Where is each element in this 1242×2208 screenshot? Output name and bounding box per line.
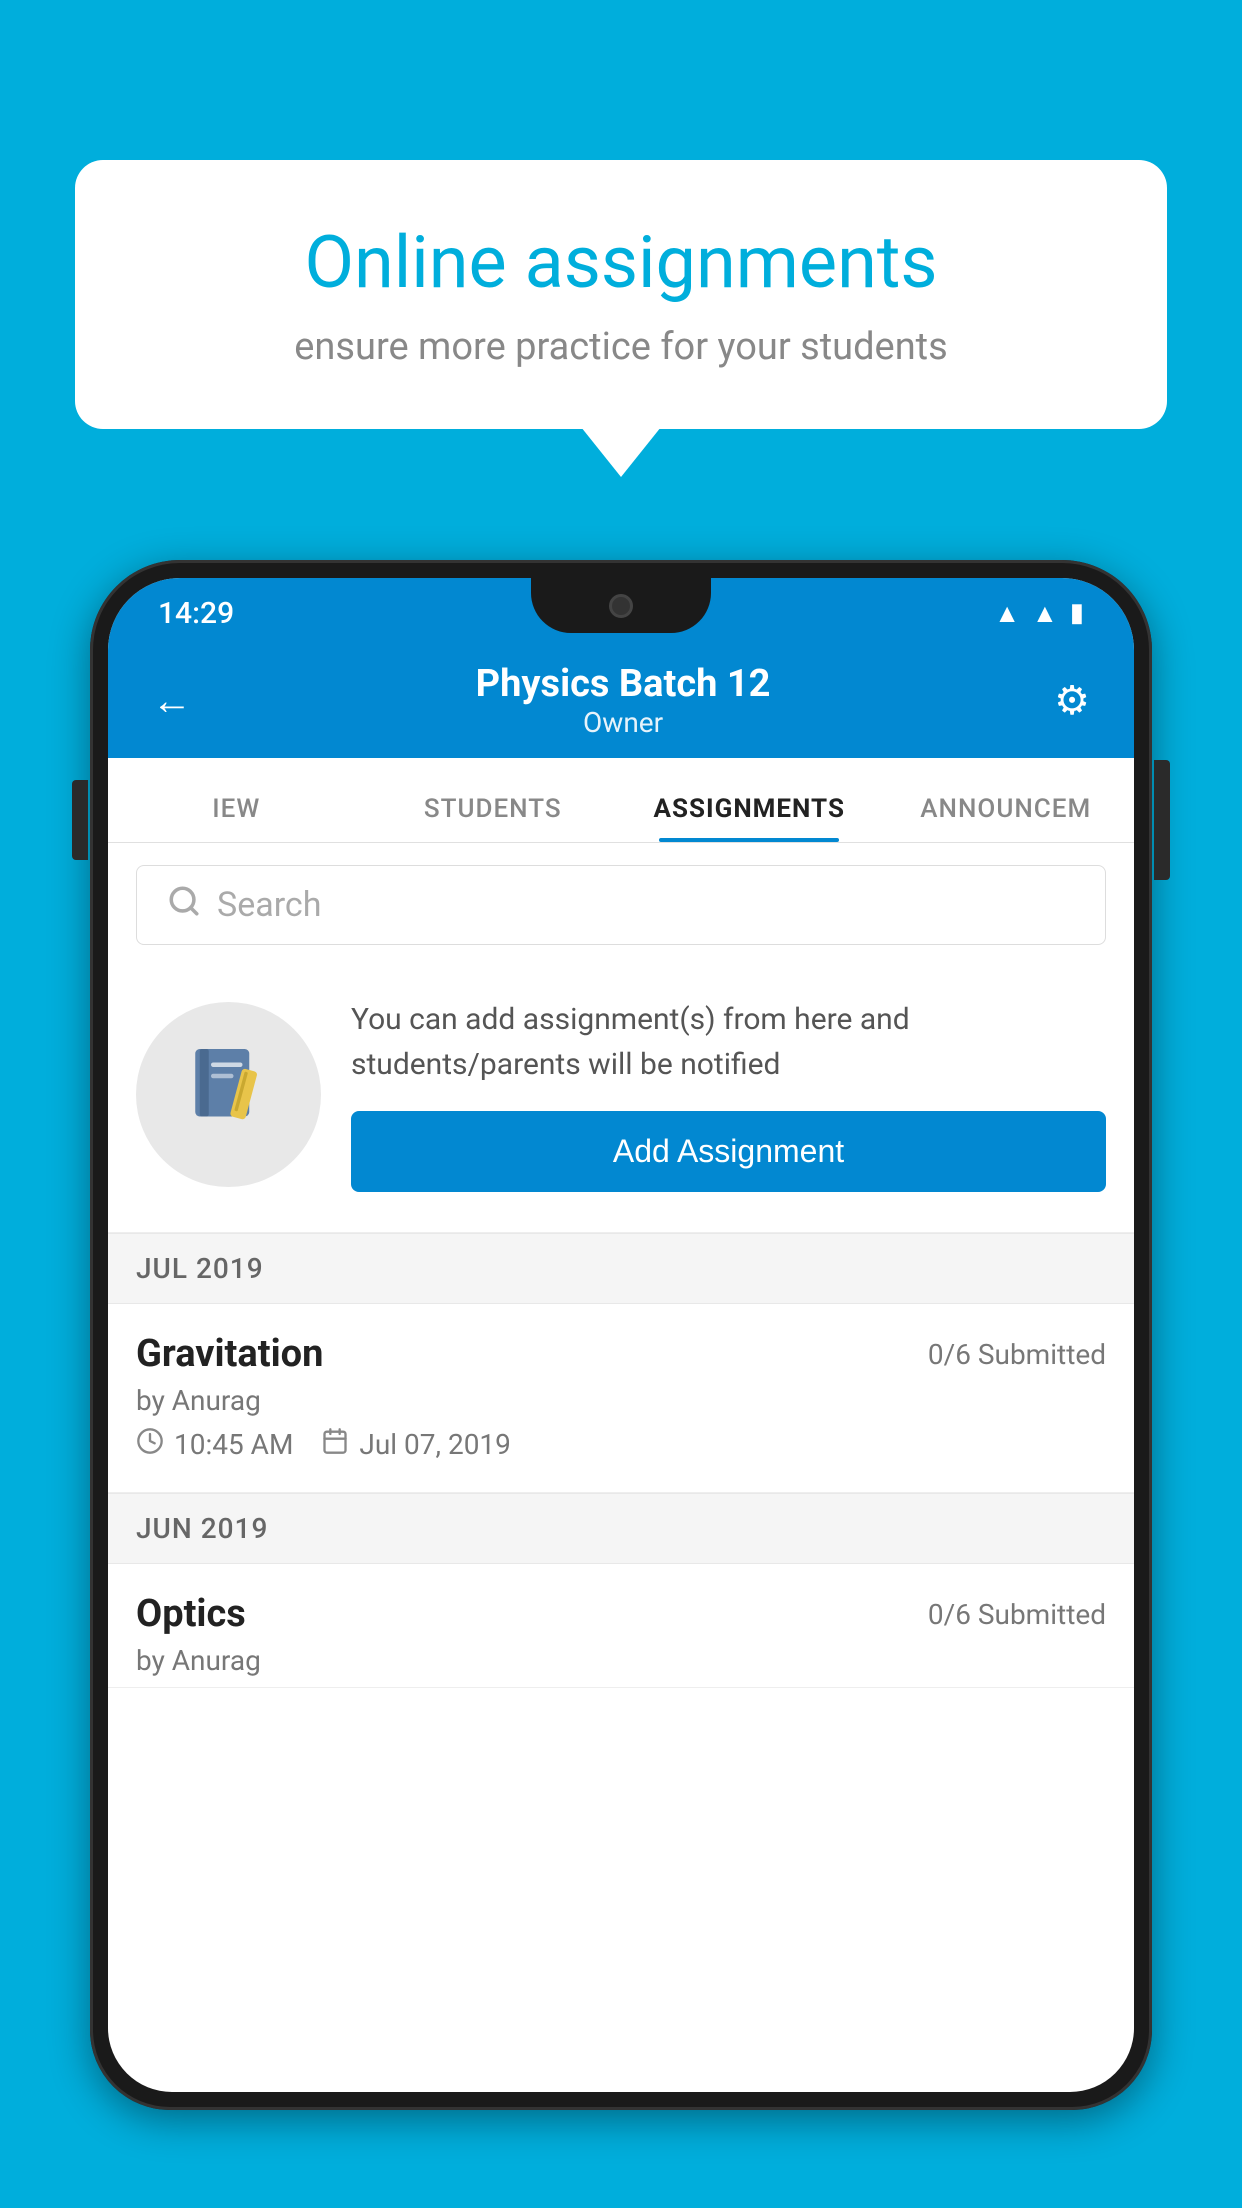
battery-icon: ▮ [1070, 598, 1084, 628]
tab-iew[interactable]: IEW [108, 794, 365, 842]
promo-content: You can add assignment(s) from here and … [351, 997, 1106, 1192]
speech-bubble-subtitle: ensure more practice for your students [145, 325, 1097, 369]
speech-bubble-container: Online assignments ensure more practice … [75, 160, 1167, 429]
phone-wrapper: 14:29 ▲ ▲ ▮ ← Physics Batch 12 Owner ⚙ I… [90, 560, 1152, 2208]
tabs-bar: IEW STUDENTS ASSIGNMENTS ANNOUNCEM [108, 758, 1134, 843]
assignment-name: Gravitation [136, 1332, 323, 1376]
assignment-name-optics: Optics [136, 1592, 246, 1636]
speech-bubble: Online assignments ensure more practice … [75, 160, 1167, 429]
promo-icon-circle [136, 1002, 321, 1187]
clock-icon [136, 1427, 164, 1462]
assignment-gravitation[interactable]: Gravitation 0/6 Submitted by Anurag 10:4… [108, 1304, 1134, 1493]
notch-camera [609, 594, 633, 618]
date-value: Jul 07, 2019 [359, 1428, 511, 1461]
signal-icon: ▲ [1032, 598, 1058, 629]
promo-card: You can add assignment(s) from here and … [108, 967, 1134, 1233]
time-value: 10:45 AM [174, 1428, 293, 1461]
search-icon [167, 884, 201, 927]
app-header: ← Physics Batch 12 Owner ⚙ [108, 643, 1134, 758]
assignment-optics[interactable]: Optics 0/6 Submitted by Anurag [108, 1564, 1134, 1688]
back-button[interactable]: ← [152, 677, 192, 724]
assignment-submitted-optics: 0/6 Submitted [928, 1598, 1106, 1631]
promo-description: You can add assignment(s) from here and … [351, 997, 1106, 1087]
search-input[interactable]: Search [217, 885, 321, 925]
assignment-meta: 10:45 AM Jul 07, 2019 [136, 1427, 1106, 1462]
assignment-top-row: Gravitation 0/6 Submitted [136, 1332, 1106, 1376]
search-container: Search [108, 843, 1134, 967]
tab-students[interactable]: STUDENTS [365, 794, 622, 842]
assignment-author: by Anurag [136, 1384, 1106, 1417]
search-box[interactable]: Search [136, 865, 1106, 945]
tab-announcements[interactable]: ANNOUNCEM [878, 794, 1135, 842]
add-assignment-button[interactable]: Add Assignment [351, 1111, 1106, 1192]
phone-outer: 14:29 ▲ ▲ ▮ ← Physics Batch 12 Owner ⚙ I… [90, 560, 1152, 2110]
assignment-top-row-optics: Optics 0/6 Submitted [136, 1592, 1106, 1636]
tab-assignments[interactable]: ASSIGNMENTS [621, 794, 878, 842]
assignment-time: 10:45 AM [136, 1427, 293, 1462]
wifi-icon: ▲ [994, 598, 1020, 629]
speech-bubble-title: Online assignments [145, 220, 1097, 305]
header-subtitle: Owner [476, 706, 771, 739]
status-icons: ▲ ▲ ▮ [994, 598, 1084, 629]
header-title: Physics Batch 12 [476, 662, 771, 706]
assignment-author-optics: by Anurag [136, 1644, 1106, 1677]
assignment-submitted: 0/6 Submitted [928, 1338, 1106, 1371]
settings-button[interactable]: ⚙ [1054, 677, 1090, 724]
header-title-block: Physics Batch 12 Owner [476, 662, 771, 739]
section-jun-2019: JUN 2019 [108, 1493, 1134, 1564]
notebook-icon [184, 1040, 274, 1150]
phone-notch [531, 578, 711, 633]
calendar-icon [321, 1427, 349, 1462]
section-jul-2019: JUL 2019 [108, 1233, 1134, 1304]
assignment-date: Jul 07, 2019 [321, 1427, 511, 1462]
status-time: 14:29 [158, 596, 234, 631]
phone-screen: 14:29 ▲ ▲ ▮ ← Physics Batch 12 Owner ⚙ I… [108, 578, 1134, 2092]
